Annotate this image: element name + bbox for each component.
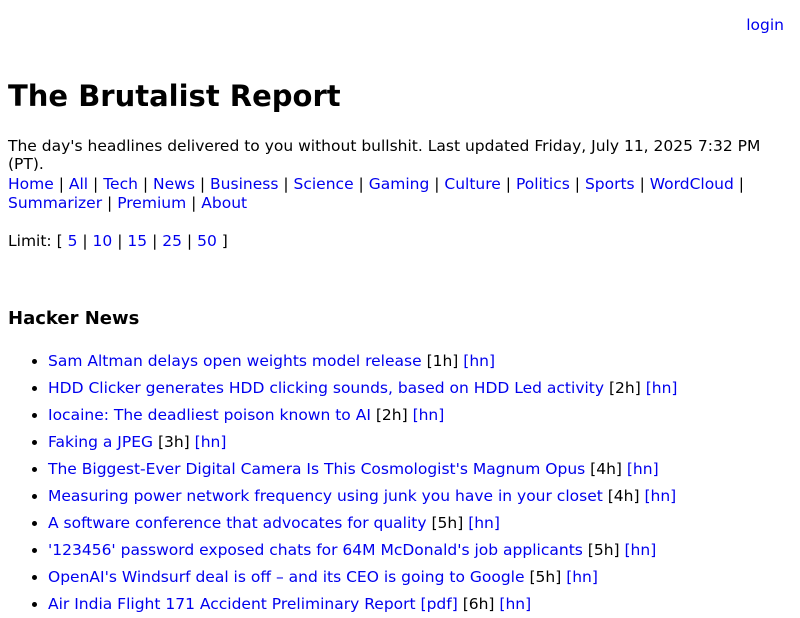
nav-separator: | (505, 175, 512, 193)
nav-separator: | (358, 175, 364, 193)
story-link[interactable]: Air India Flight 171 Accident Preliminar… (48, 595, 458, 613)
story-link[interactable]: The Biggest-Ever Digital Camera Is This … (48, 460, 585, 478)
hn-discussion-link[interactable]: [hn] (195, 433, 227, 451)
story-item: Measuring power network frequency using … (48, 483, 677, 510)
story-link[interactable]: A software conference that advocates for… (48, 514, 427, 532)
limit-separator: | (82, 232, 88, 250)
story-age: [5h] (431, 514, 464, 532)
hn-discussion-link[interactable]: [hn] (644, 487, 676, 505)
nav-link-home[interactable]: Home (8, 175, 54, 193)
limit-separator: | (152, 232, 158, 250)
nav-link-all[interactable]: All (69, 175, 88, 193)
tagline: The day's headlines delivered to you wit… (8, 137, 761, 173)
story-link[interactable]: Iocaine: The deadliest poison known to A… (48, 406, 371, 424)
limit-option-25[interactable]: 25 (162, 232, 182, 250)
story-age: [6h] (462, 595, 495, 613)
nav-link-news[interactable]: News (153, 175, 195, 193)
nav-link-tech[interactable]: Tech (103, 175, 138, 193)
limit-prefix: Limit: [ (8, 232, 63, 250)
limit-option-10[interactable]: 10 (93, 232, 113, 250)
nav-separator: | (738, 175, 745, 193)
nav-separator: | (639, 175, 645, 193)
story-item: Sam Altman delays open weights model rel… (48, 348, 677, 375)
login-link[interactable]: login (746, 16, 784, 34)
story-link[interactable]: OpenAI's Windsurf deal is off – and its … (48, 568, 525, 586)
nav-link-science[interactable]: Science (294, 175, 354, 193)
limit-selector: Limit: [ 5 | 10 | 15 | 25 | 50 ] (8, 232, 228, 250)
limit-options: 5 | 10 | 15 | 25 | 50 (68, 232, 217, 250)
story-link[interactable]: Faking a JPEG (48, 433, 153, 451)
story-item: The Biggest-Ever Digital Camera Is This … (48, 456, 677, 483)
story-item: Faking a JPEG [3h] [hn] (48, 429, 677, 456)
story-item: Air India Flight 171 Accident Preliminar… (48, 591, 677, 618)
nav-link-summarizer[interactable]: Summarizer (8, 194, 102, 212)
nav-link-sports[interactable]: Sports (585, 175, 635, 193)
section-title: Hacker News (8, 308, 140, 329)
story-link[interactable]: Sam Altman delays open weights model rel… (48, 352, 422, 370)
nav-separator: | (142, 175, 149, 193)
story-item: Iocaine: The deadliest poison known to A… (48, 402, 677, 429)
nav-link-wordcloud[interactable]: WordCloud (650, 175, 734, 193)
page: login The Brutalist Report The day's hea… (0, 0, 800, 613)
nav-separator: | (107, 194, 113, 212)
hn-discussion-link[interactable]: [hn] (627, 460, 659, 478)
nav-separator: | (434, 175, 440, 193)
story-link[interactable]: HDD Clicker generates HDD clicking sound… (48, 379, 604, 397)
story-age: [4h] (607, 487, 640, 505)
story-list: Sam Altman delays open weights model rel… (8, 348, 677, 618)
nav-link-premium[interactable]: Premium (117, 194, 186, 212)
nav-link-gaming[interactable]: Gaming (369, 175, 430, 193)
nav-separator: | (283, 175, 289, 193)
hn-discussion-link[interactable]: [hn] (499, 595, 531, 613)
story-age: [3h] (157, 433, 190, 451)
story-age: [4h] (590, 460, 622, 478)
limit-suffix: ] (221, 232, 228, 250)
nav-separator: | (574, 175, 580, 193)
nav-link-culture[interactable]: Culture (444, 175, 500, 193)
story-age: [2h] (609, 379, 641, 397)
hn-discussion-link[interactable]: [hn] (413, 406, 445, 424)
story-age: [2h] (375, 406, 408, 424)
nav-separator: | (58, 175, 64, 193)
nav-separator: | (191, 194, 197, 212)
story-age: [1h] (426, 352, 459, 370)
story-age: [5h] (529, 568, 562, 586)
hn-discussion-link[interactable]: [hn] (566, 568, 598, 586)
story-link[interactable]: Measuring power network frequency using … (48, 487, 603, 505)
hn-discussion-link[interactable]: [hn] (646, 379, 678, 397)
hn-discussion-link[interactable]: [hn] (625, 541, 657, 559)
limit-option-5[interactable]: 5 (68, 232, 78, 250)
story-item: HDD Clicker generates HDD clicking sound… (48, 375, 677, 402)
hn-discussion-link[interactable]: [hn] (468, 514, 500, 532)
story-link[interactable]: '123456' password exposed chats for 64M … (48, 541, 583, 559)
nav-link-business[interactable]: Business (210, 175, 278, 193)
nav-separator: | (199, 175, 206, 193)
story-item: A software conference that advocates for… (48, 510, 677, 537)
page-title: The Brutalist Report (8, 79, 341, 113)
nav-separator: | (93, 175, 99, 193)
story-item: OpenAI's Windsurf deal is off – and its … (48, 564, 677, 591)
category-nav: Home | All | Tech | News | Business | Sc… (8, 175, 792, 213)
story-age: [5h] (587, 541, 620, 559)
nav-link-politics[interactable]: Politics (516, 175, 570, 193)
limit-separator: | (117, 232, 123, 250)
limit-separator: | (186, 232, 193, 250)
limit-option-50[interactable]: 50 (197, 232, 217, 250)
hn-discussion-link[interactable]: [hn] (463, 352, 495, 370)
limit-option-15[interactable]: 15 (127, 232, 147, 250)
nav-link-about[interactable]: About (201, 194, 247, 212)
story-item: '123456' password exposed chats for 64M … (48, 537, 677, 564)
